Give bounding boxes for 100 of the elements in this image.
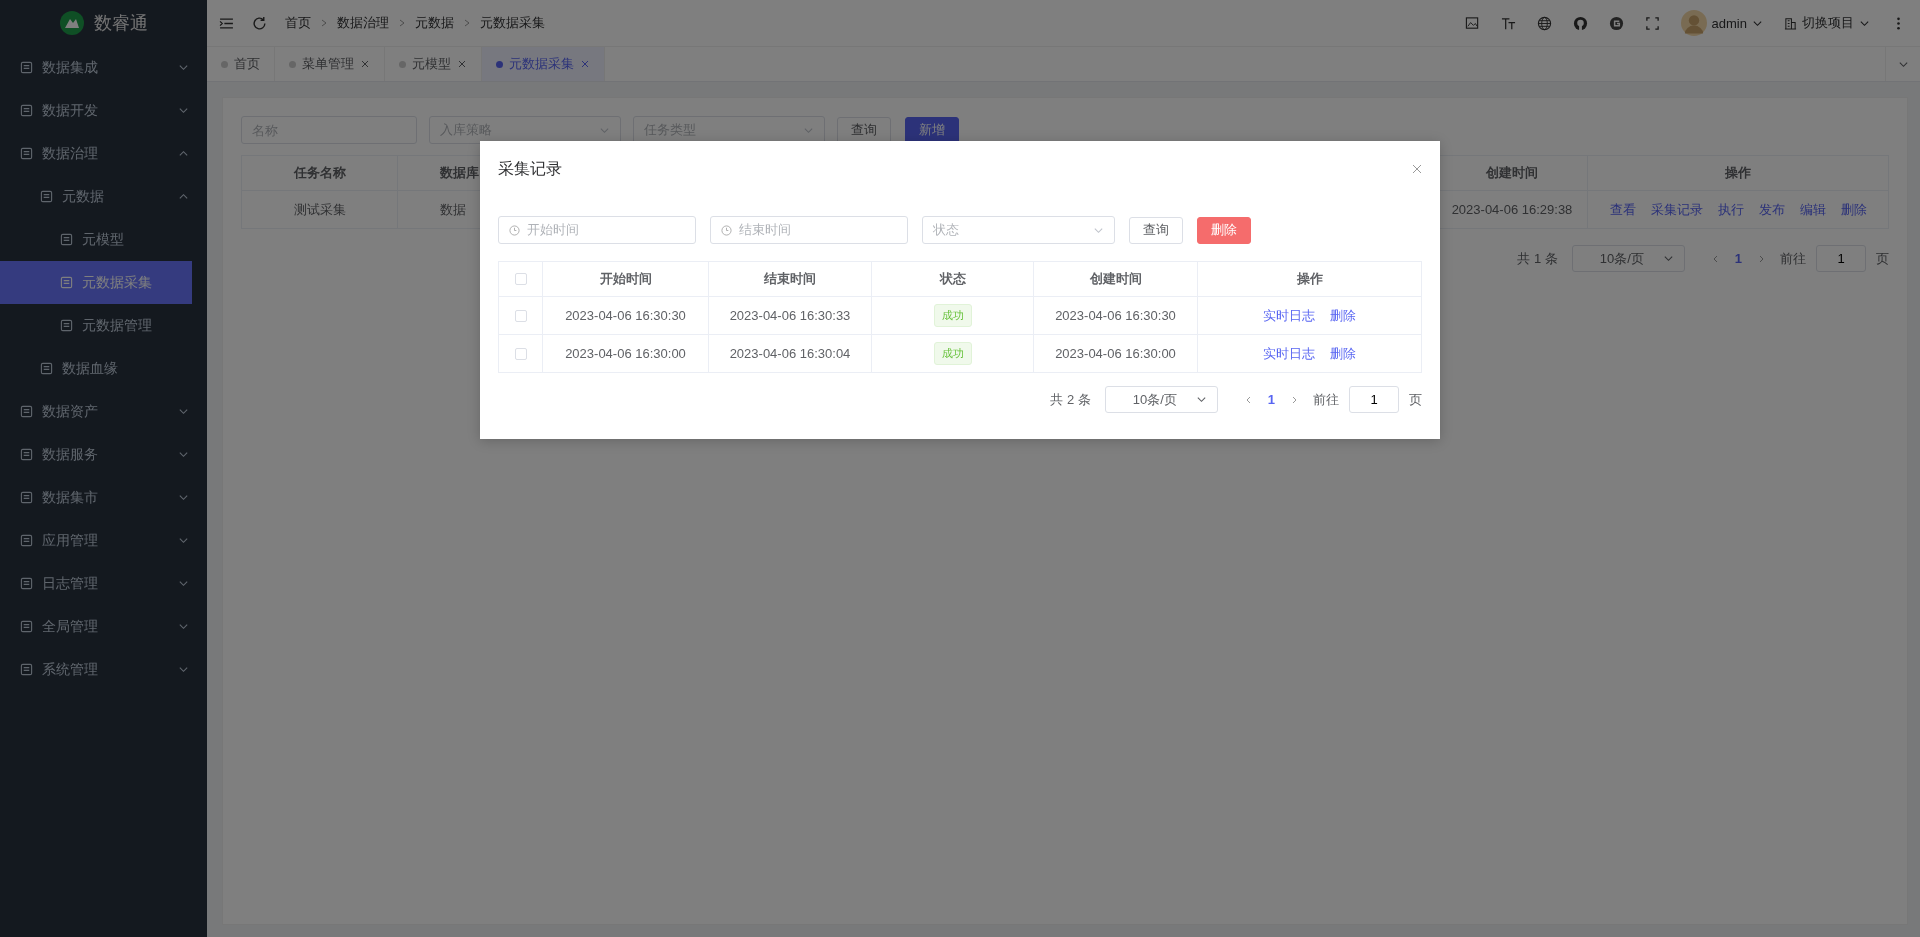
sidebar-item[interactable]: 数据集成 <box>0 46 207 89</box>
action-link[interactable]: 采集记录 <box>1650 200 1703 219</box>
menu-item-icon <box>60 276 73 289</box>
close-icon[interactable] <box>580 59 590 69</box>
query-button[interactable]: 查询 <box>1129 216 1183 244</box>
action-link[interactable]: 执行 <box>1717 200 1744 219</box>
table-cell: 2023-04-06 16:30:00 <box>1034 335 1198 372</box>
page-tab[interactable]: 元数据采集 <box>482 47 605 81</box>
breadcrumb-item[interactable]: 元数据 <box>415 14 454 32</box>
page-size-select[interactable]: 10条/页 <box>1571 245 1685 272</box>
sidebar-item[interactable]: 数据血缘 <box>0 347 207 390</box>
status-select[interactable]: 状态 <box>922 216 1115 244</box>
refresh-icon[interactable] <box>252 15 267 31</box>
page-size-select[interactable]: 10条/页 <box>1104 386 1218 413</box>
clock-icon <box>721 224 732 236</box>
github-icon[interactable] <box>1572 15 1588 31</box>
action-link[interactable]: 删除 <box>1330 344 1356 363</box>
page-tab[interactable]: 菜单管理 <box>275 47 385 81</box>
sidebar-item[interactable]: 数据开发 <box>0 89 207 132</box>
sidebar-item[interactable]: 数据治理 <box>0 132 207 175</box>
dot-icon <box>399 60 406 68</box>
goto-label: 前往 <box>1780 249 1806 268</box>
sidebar-item[interactable]: 元数据 <box>0 175 207 218</box>
page-tab[interactable]: 首页 <box>207 47 275 81</box>
close-icon[interactable] <box>457 59 467 69</box>
column-header: 结束时间 <box>709 262 872 296</box>
sidebar-item[interactable]: 元模型 <box>0 218 207 261</box>
sidebar-item[interactable]: 元数据管理 <box>0 304 207 347</box>
column-header: 数据库 <box>439 164 480 182</box>
chevron-down-icon <box>178 105 189 116</box>
image-icon[interactable] <box>1464 15 1480 31</box>
dialog-title: 采集记录 <box>498 158 562 179</box>
delete-button[interactable]: 删除 <box>1197 216 1251 244</box>
letter-g-circle-icon[interactable] <box>1608 15 1624 31</box>
chevron-down-icon <box>178 535 189 546</box>
font-size-icon[interactable] <box>1500 15 1516 31</box>
action-link[interactable]: 删除 <box>1330 306 1356 325</box>
breadcrumb-item[interactable]: 元数据采集 <box>480 14 545 32</box>
menu-item-icon <box>20 620 33 633</box>
action-link[interactable]: 删除 <box>1840 200 1867 219</box>
total-count: 共 2 条 <box>1050 390 1091 409</box>
date-field[interactable]: 开始时间 <box>498 216 696 244</box>
breadcrumb-item[interactable]: 首页 <box>285 14 311 32</box>
chevron-down-icon <box>1662 253 1674 264</box>
breadcrumb-separator-icon <box>397 18 407 28</box>
query-button[interactable]: 查询 <box>837 116 891 144</box>
table-cell: 2023-04-06 16:30:33 <box>709 297 872 334</box>
table-cell: 2023-04-06 16:30:30 <box>1034 297 1198 334</box>
goto-page-field[interactable]: 1 <box>1349 386 1399 413</box>
app-name: 数睿通 <box>93 12 148 35</box>
chevron-down-icon <box>178 621 189 632</box>
menu-item-icon <box>20 491 33 504</box>
goto-page-field[interactable]: 1 <box>1816 245 1866 272</box>
table-cell: 2023-04-06 16:30:00 <box>543 335 709 372</box>
action-link[interactable]: 编辑 <box>1799 200 1826 219</box>
column-header: 操作 <box>1295 270 1324 288</box>
close-icon[interactable] <box>1412 164 1422 174</box>
project-switcher[interactable]: 切换项目 <box>1784 14 1870 32</box>
sidebar-item[interactable]: 元数据采集 <box>0 261 192 304</box>
sidebar-item[interactable]: 数据资产 <box>0 390 207 433</box>
status-tag: 成功 <box>933 342 972 365</box>
menu-item-icon <box>20 104 33 117</box>
breadcrumb-item[interactable]: 数据治理 <box>337 14 389 32</box>
table-cell: 测试采集 <box>242 191 398 228</box>
sidebar-item[interactable]: 全局管理 <box>0 605 207 648</box>
breadcrumb-separator-icon <box>319 18 329 28</box>
action-link[interactable]: 查看 <box>1609 200 1636 219</box>
sidebar-item[interactable]: 系统管理 <box>0 648 207 691</box>
select-all-checkbox[interactable] <box>514 273 527 285</box>
menu-item-icon <box>40 362 53 375</box>
sidebar-item[interactable]: 数据服务 <box>0 433 207 476</box>
action-link[interactable]: 实时日志 <box>1263 306 1315 325</box>
chevron-down-icon <box>178 406 189 417</box>
globe-icon[interactable] <box>1536 15 1552 31</box>
chevron-up-icon <box>178 191 189 202</box>
column-header: 操作 <box>1724 164 1752 182</box>
action-link[interactable]: 实时日志 <box>1263 344 1315 363</box>
action-link[interactable]: 发布 <box>1758 200 1785 219</box>
clock-icon <box>509 224 520 236</box>
chevron-down-icon <box>178 492 189 503</box>
date-field[interactable]: 结束时间 <box>710 216 908 244</box>
sidebar-item[interactable]: 应用管理 <box>0 519 207 562</box>
add-button[interactable]: 新增 <box>905 116 959 144</box>
user-menu[interactable]: admin <box>1680 10 1763 36</box>
table-cell-text: 数据 <box>439 200 467 219</box>
page-suffix: 页 <box>1876 249 1889 268</box>
fullscreen-icon[interactable] <box>1644 15 1660 31</box>
page-number[interactable]: 1 <box>1734 251 1742 266</box>
sidebar-item[interactable]: 日志管理 <box>0 562 207 605</box>
menu-item-icon <box>20 61 33 74</box>
table-cell: 2023-04-06 16:30:30 <box>543 297 709 334</box>
avatar-icon <box>1680 10 1707 36</box>
row-checkbox[interactable] <box>514 309 527 322</box>
page-number[interactable]: 1 <box>1267 392 1275 407</box>
chevron-down-icon <box>178 62 189 73</box>
row-checkbox[interactable] <box>514 347 527 360</box>
sidebar-item[interactable]: 数据集市 <box>0 476 207 519</box>
close-icon[interactable] <box>360 59 370 69</box>
menu-item-icon <box>60 233 73 246</box>
menu-item-icon <box>20 405 33 418</box>
